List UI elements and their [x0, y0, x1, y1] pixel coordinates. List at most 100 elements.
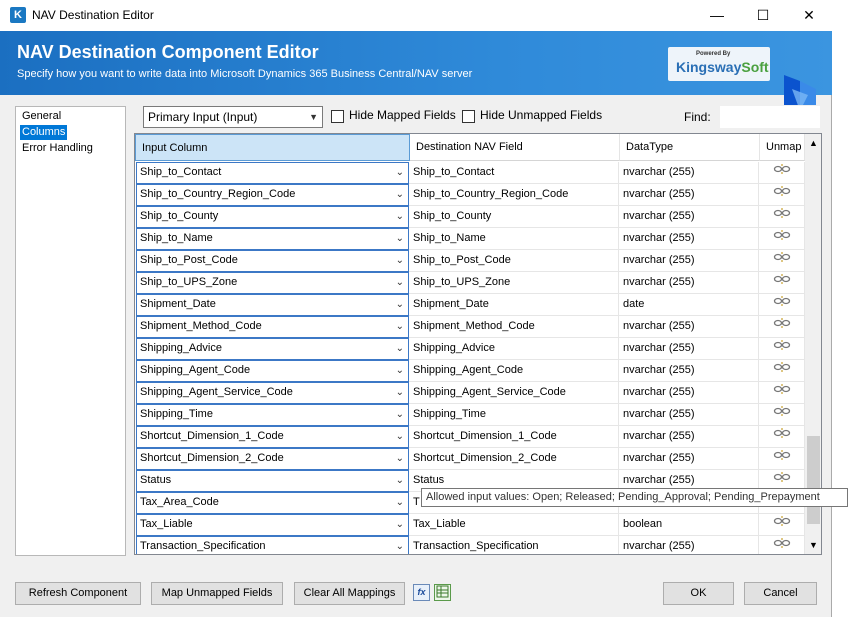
unlink-icon[interactable] — [759, 316, 805, 338]
datatype-cell: nvarchar (255) — [619, 272, 759, 294]
scrollbar-thumb[interactable] — [807, 436, 820, 524]
unlink-glyph — [773, 296, 790, 306]
unlink-icon[interactable] — [759, 338, 805, 360]
refresh-component-button[interactable]: Refresh Component — [15, 582, 141, 605]
unlink-icon[interactable] — [759, 162, 805, 184]
scroll-down-icon[interactable]: ▼ — [805, 538, 821, 552]
column-header-datatype[interactable]: DataType — [620, 134, 760, 161]
destination-field-cell: Ship_to_Name — [409, 228, 619, 250]
table-row: Shipping_Agent_Code ⌄ Shipping_Agent_Code n… — [135, 360, 805, 382]
input-column-select[interactable]: Shipping_Agent_Service_Code ⌄ — [136, 382, 409, 404]
chevron-down-icon: ⌄ — [395, 255, 404, 266]
table-row: Ship_to_Post_Code ⌄ Ship_to_Post_Code nvarc… — [135, 250, 805, 272]
input-column-select[interactable]: Shortcut_Dimension_2_Code ⌄ — [136, 448, 409, 470]
unlink-icon[interactable] — [759, 206, 805, 228]
editor-title: NAV Destination Component Editor — [17, 42, 319, 62]
nav-item-columns[interactable]: Columns — [20, 125, 68, 140]
chevron-down-icon: ⌄ — [395, 453, 404, 464]
table-row: Ship_to_Country_Region_Code ⌄ Ship_to_Coun… — [135, 184, 805, 206]
input-column-select[interactable]: Shipping_Advice ⌄ — [136, 338, 409, 360]
input-column-select[interactable]: Ship_to_Contact ⌄ — [136, 162, 409, 184]
datatype-cell: nvarchar (255) — [619, 228, 759, 250]
column-header-destination[interactable]: Destination NAV Field — [410, 134, 620, 161]
unlink-icon[interactable] — [759, 272, 805, 294]
input-column-value: Ship_to_Post_Code — [140, 254, 238, 266]
unlink-icon[interactable] — [759, 184, 805, 206]
chevron-down-icon: ⌄ — [395, 409, 404, 420]
input-column-select[interactable]: Tax_Liable ⌄ — [136, 514, 409, 536]
datatype-cell: nvarchar (255) — [619, 338, 759, 360]
input-column-value: Shipment_Method_Code — [140, 320, 262, 332]
unlink-icon[interactable] — [759, 382, 805, 404]
unlink-icon[interactable] — [759, 426, 805, 448]
destination-field-cell: Shipping_Advice — [409, 338, 619, 360]
input-column-select[interactable]: Ship_to_Post_Code ⌄ — [136, 250, 409, 272]
input-column-select[interactable]: Shipping_Time ⌄ — [136, 404, 409, 426]
chevron-down-icon: ⌄ — [395, 233, 404, 244]
logo-powered-by: Powered By — [696, 51, 731, 57]
chevron-down-icon: ⌄ — [395, 365, 404, 376]
input-column-value: Ship_to_Name — [140, 232, 213, 244]
spreadsheet-icon[interactable] — [434, 584, 451, 601]
input-column-select[interactable]: Ship_to_Name ⌄ — [136, 228, 409, 250]
column-header-input[interactable]: Input Column — [135, 134, 410, 161]
chevron-down-icon: ⌄ — [395, 475, 404, 486]
logo-wordmark: KingswaySoft — [676, 59, 769, 75]
scroll-up-icon[interactable]: ▲ — [805, 136, 821, 150]
table-row: Ship_to_County ⌄ Ship_to_County nvarchar (2… — [135, 206, 805, 228]
input-column-select[interactable]: Shipment_Date ⌄ — [136, 294, 409, 316]
table-row: Shipment_Date ⌄ Shipment_Date date — [135, 294, 805, 316]
destination-field-cell: Ship_to_County — [409, 206, 619, 228]
datatype-cell: nvarchar (255) — [619, 382, 759, 404]
map-unmapped-button[interactable]: Map Unmapped Fields — [151, 582, 283, 605]
unlink-glyph — [773, 428, 790, 438]
ok-button[interactable]: OK — [663, 582, 734, 605]
input-column-value: Status — [140, 474, 172, 486]
hide-unmapped-checkbox[interactable] — [462, 110, 475, 123]
unlink-icon[interactable] — [759, 448, 805, 470]
input-column-select[interactable]: Ship_to_County ⌄ — [136, 206, 409, 228]
input-column-select[interactable]: Ship_to_Country_Region_Code ⌄ — [136, 184, 409, 206]
chevron-down-icon: ⌄ — [395, 497, 404, 508]
column-header-unmap[interactable]: Unmap — [760, 134, 805, 161]
unlink-icon[interactable] — [759, 360, 805, 382]
unlink-icon[interactable] — [759, 536, 805, 554]
input-column-select[interactable]: Transaction_Specification ⌄ — [136, 536, 409, 554]
unlink-icon[interactable] — [759, 250, 805, 272]
input-column-value: Shipping_Agent_Service_Code — [140, 386, 293, 398]
clear-all-mappings-button[interactable]: Clear All Mappings — [294, 582, 405, 605]
datatype-cell: nvarchar (255) — [619, 162, 759, 184]
unlink-icon[interactable] — [759, 228, 805, 250]
input-column-select[interactable]: Status ⌄ — [136, 470, 409, 492]
unlink-icon[interactable] — [759, 294, 805, 316]
table-row: Shipping_Time ⌄ Shipping_Time nvarchar (255… — [135, 404, 805, 426]
unlink-icon[interactable] — [759, 514, 805, 536]
input-column-select[interactable]: Shipment_Method_Code ⌄ — [136, 316, 409, 338]
unlink-glyph — [773, 274, 790, 284]
input-column-select[interactable]: Tax_Area_Code ⌄ — [136, 492, 409, 514]
close-button[interactable]: ✕ — [786, 0, 832, 31]
expression-fx-icon[interactable]: fx — [413, 584, 430, 601]
unlink-icon[interactable] — [759, 404, 805, 426]
chevron-down-icon: ▼ — [309, 112, 318, 122]
find-input[interactable] — [719, 105, 821, 129]
kingswaysoft-logo: Powered By KingswaySoft — [668, 47, 770, 81]
editor-window: K NAV Destination Editor — ☐ ✕ NAV Desti… — [0, 0, 832, 617]
input-column-select[interactable]: Shortcut_Dimension_1_Code ⌄ — [136, 426, 409, 448]
minimize-button[interactable]: — — [694, 0, 740, 31]
find-label: Find: — [684, 110, 711, 124]
unlink-glyph — [773, 406, 790, 416]
maximize-button[interactable]: ☐ — [740, 0, 786, 31]
input-column-select[interactable]: Shipping_Agent_Code ⌄ — [136, 360, 409, 382]
nav-item-general[interactable]: General — [20, 109, 63, 124]
input-column-select[interactable]: Ship_to_UPS_Zone ⌄ — [136, 272, 409, 294]
datatype-cell: boolean — [619, 514, 759, 536]
chevron-down-icon: ⌄ — [395, 343, 404, 354]
window-title: NAV Destination Editor — [32, 8, 154, 22]
nav-item-error-handling[interactable]: Error Handling — [20, 141, 95, 156]
chevron-down-icon: ⌄ — [395, 519, 404, 530]
cancel-button[interactable]: Cancel — [744, 582, 817, 605]
input-column-value: Ship_to_Country_Region_Code — [140, 188, 296, 200]
hide-mapped-checkbox[interactable] — [331, 110, 344, 123]
input-select[interactable]: Primary Input (Input) ▼ — [143, 106, 323, 128]
